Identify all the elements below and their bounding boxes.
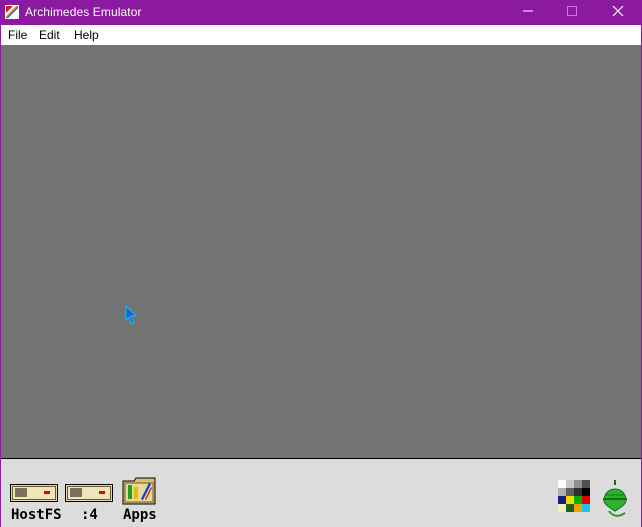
disc-drive-icon[interactable] xyxy=(65,482,113,509)
desktop-area[interactable] xyxy=(1,45,641,458)
app-icon xyxy=(5,5,19,19)
menu-edit[interactable]: Edit xyxy=(39,28,60,42)
apps-label[interactable]: Apps xyxy=(123,507,157,523)
window-title: Archimedes Emulator xyxy=(25,5,142,19)
maximize-button[interactable] xyxy=(549,0,595,25)
close-button[interactable] xyxy=(595,0,641,25)
menu-bar: File Edit Help xyxy=(1,25,641,45)
menu-help[interactable]: Help xyxy=(74,28,99,42)
minimize-icon xyxy=(522,4,534,22)
acorn-icon[interactable] xyxy=(601,475,629,524)
disc-drive-label[interactable]: :4 xyxy=(81,507,98,523)
title-bar[interactable]: Archimedes Emulator xyxy=(0,0,642,25)
mouse-pointer-icon xyxy=(125,304,139,327)
menu-file[interactable]: File xyxy=(8,28,27,42)
maximize-icon xyxy=(566,4,578,22)
minimize-button[interactable] xyxy=(505,0,551,25)
hostfs-drive-label[interactable]: HostFS xyxy=(11,507,62,523)
hostfs-drive-icon[interactable] xyxy=(10,482,58,509)
close-icon xyxy=(612,4,624,22)
icon-bar: HostFS :4 Apps xyxy=(1,458,641,527)
emulator-window: Archimedes Emulator File Edit Help HostF… xyxy=(0,0,642,527)
palette-icon[interactable] xyxy=(557,479,591,520)
apps-folder-icon[interactable] xyxy=(122,475,156,510)
